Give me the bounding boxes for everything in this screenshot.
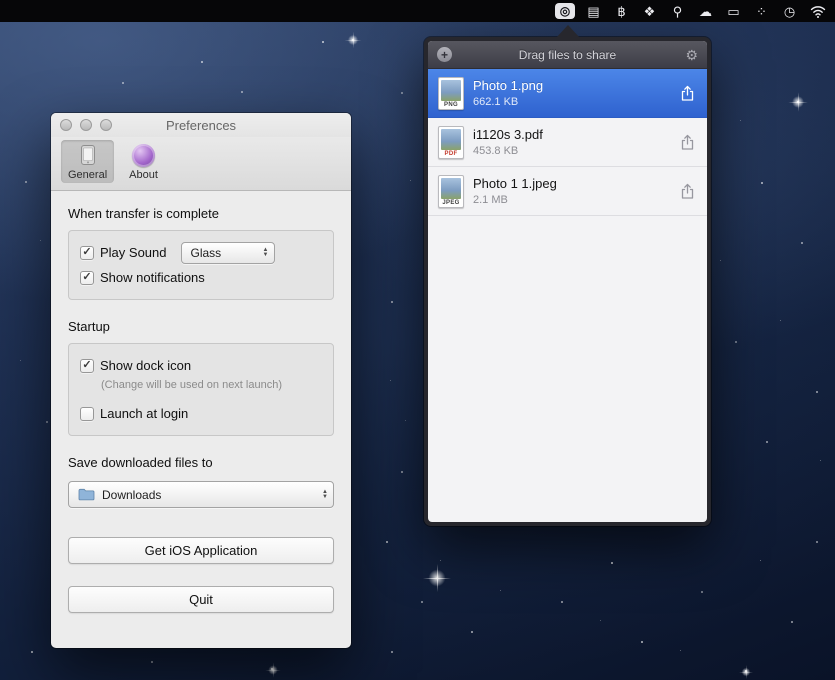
file-meta: i1120s 3.pdf 453.8 KB <box>473 127 668 157</box>
file-row[interactable]: PNG Photo 1.png 662.1 KB <box>428 69 707 118</box>
general-icon <box>76 143 100 167</box>
png-file-icon: PNG <box>438 77 464 110</box>
launch-at-login-checkbox[interactable] <box>80 407 94 421</box>
show-notifications-row: ✓ Show notifications <box>80 265 322 290</box>
file-meta: Photo 1.png 662.1 KB <box>473 78 668 108</box>
preferences-window: Preferences General About When transfer … <box>51 113 351 648</box>
plus-icon: + <box>441 49 448 61</box>
file-type-label: PDF <box>439 151 463 158</box>
preferences-content: When transfer is complete ✓ Play Sound G… <box>51 191 351 629</box>
file-list: PNG Photo 1.png 662.1 KB <box>428 69 707 522</box>
get-ios-application-button[interactable]: Get iOS Application <box>68 537 334 564</box>
file-row[interactable]: JPEG Photo 1 1.jpeg 2.1 MB <box>428 167 707 216</box>
wifi-icon[interactable] <box>805 2 830 20</box>
dropbox-icon[interactable]: ❖ <box>637 2 662 20</box>
show-dock-icon-checkbox[interactable]: ✓ <box>80 359 94 373</box>
show-dock-icon-label: Show dock icon <box>100 358 191 373</box>
popover-body: + Drag files to share ⚙ PNG Photo 1.png … <box>428 41 707 522</box>
popover-arrow <box>556 25 580 38</box>
display-icon[interactable]: ▭ <box>721 2 746 20</box>
about-icon <box>132 144 155 167</box>
file-name: i1120s 3.pdf <box>473 127 668 142</box>
transfer-group: ✓ Play Sound Glass ▲▼ ✓ Show notificatio… <box>68 230 334 300</box>
picture-icon[interactable]: ▤ <box>581 2 606 20</box>
check-icon: ✓ <box>82 247 91 258</box>
save-location-heading: Save downloaded files to <box>68 455 334 470</box>
star-decoration <box>791 95 805 109</box>
file-meta: Photo 1 1.jpeg 2.1 MB <box>473 176 668 206</box>
title-bar[interactable]: Preferences <box>51 113 351 137</box>
save-location-value: Downloads <box>102 488 306 502</box>
star-decoration <box>427 568 447 588</box>
check-icon: ✓ <box>82 360 91 371</box>
gear-icon[interactable]: ⚙ <box>685 48 698 62</box>
file-thumbnail <box>441 178 461 199</box>
file-type-label: JPEG <box>439 200 463 207</box>
stepper-arrows-icon: ▲▼ <box>263 248 269 258</box>
popover-frame: + Drag files to share ⚙ PNG Photo 1.png … <box>424 37 711 526</box>
add-files-button[interactable]: + <box>437 47 452 62</box>
pdf-file-icon: PDF <box>438 126 464 159</box>
share-popover: + Drag files to share ⚙ PNG Photo 1.png … <box>424 25 711 526</box>
stepper-arrows-icon: ▲▼ <box>322 490 328 500</box>
startup-group: ✓ Show dock icon (Change will be used on… <box>68 343 334 436</box>
file-row[interactable]: PDF i1120s 3.pdf 453.8 KB <box>428 118 707 167</box>
startup-heading: Startup <box>68 319 334 334</box>
popover-header: + Drag files to share ⚙ <box>428 41 707 69</box>
app-share-icon[interactable]: ◎ <box>555 3 575 19</box>
menu-bar: ◎ ▤ ฿ ❖ ⚲ ☁ ▭ ⁘ ◷ <box>0 0 835 22</box>
share-icon[interactable] <box>677 132 697 152</box>
play-sound-checkbox[interactable]: ✓ <box>80 246 94 260</box>
save-location-select[interactable]: Downloads ▲▼ <box>68 481 334 508</box>
sound-select-value: Glass <box>191 246 254 260</box>
dock-icon-note: (Change will be used on next launch) <box>101 379 322 391</box>
show-notifications-label: Show notifications <box>100 270 205 285</box>
tab-about[interactable]: About <box>122 141 165 183</box>
desktop-wallpaper: ◎ ▤ ฿ ❖ ⚲ ☁ ▭ ⁘ ◷ Preferences <box>0 0 835 680</box>
folder-icon <box>78 488 95 501</box>
star-decoration <box>268 665 279 676</box>
file-size: 2.1 MB <box>473 194 668 206</box>
file-thumbnail <box>441 129 461 150</box>
show-dock-icon-row: ✓ Show dock icon <box>80 353 322 378</box>
tab-about-label: About <box>129 169 158 181</box>
clock-icon[interactable]: ◷ <box>777 2 802 20</box>
sound-select[interactable]: Glass ▲▼ <box>181 242 275 264</box>
quit-button[interactable]: Quit <box>68 586 334 613</box>
tab-general[interactable]: General <box>61 140 114 183</box>
star-decoration <box>741 667 751 677</box>
menu-bar-status-icons: ◎ ▤ ฿ ❖ ⚲ ☁ ▭ ⁘ ◷ <box>555 2 830 20</box>
share-icon[interactable] <box>677 181 697 201</box>
preferences-toolbar: General About <box>51 137 351 191</box>
play-sound-label: Play Sound <box>100 245 167 260</box>
launch-at-login-row: Launch at login <box>80 401 322 426</box>
jpeg-file-icon: JPEG <box>438 175 464 208</box>
tab-general-label: General <box>68 169 107 181</box>
file-thumbnail <box>441 80 461 101</box>
check-icon: ✓ <box>82 272 91 283</box>
window-title: Preferences <box>51 118 351 133</box>
file-name: Photo 1.png <box>473 78 668 93</box>
launch-at-login-label: Launch at login <box>100 406 188 421</box>
play-sound-row: ✓ Play Sound Glass ▲▼ <box>80 240 322 265</box>
file-size: 662.1 KB <box>473 96 668 108</box>
file-name: Photo 1 1.jpeg <box>473 176 668 191</box>
bitcoin-icon[interactable]: ฿ <box>609 2 634 20</box>
dots-icon[interactable]: ⁘ <box>749 2 774 20</box>
pin-icon[interactable]: ⚲ <box>665 2 690 20</box>
star-decoration <box>347 34 359 46</box>
share-icon[interactable] <box>677 83 697 103</box>
transfer-heading: When transfer is complete <box>68 206 334 221</box>
file-size: 453.8 KB <box>473 145 668 157</box>
show-notifications-checkbox[interactable]: ✓ <box>80 271 94 285</box>
file-type-label: PNG <box>439 102 463 109</box>
cloud-icon[interactable]: ☁ <box>693 2 718 20</box>
popover-title: Drag files to share <box>428 48 707 62</box>
